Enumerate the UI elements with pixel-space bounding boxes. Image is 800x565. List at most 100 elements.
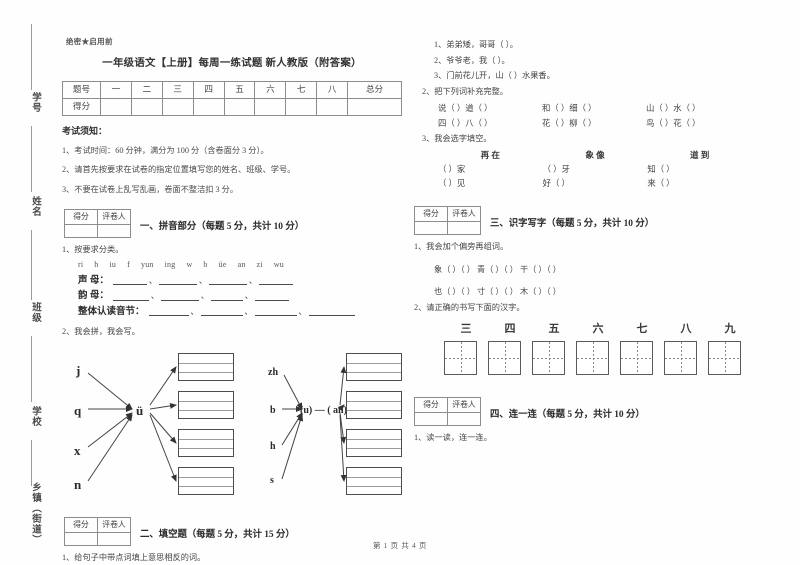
word-completion-row: 四（ ）八（ ） 花（ ）柳（ ） 鸟（ ）花（ ） bbox=[438, 117, 752, 130]
table-row bbox=[64, 223, 131, 238]
secret-mark: 绝密★启用前 bbox=[66, 37, 113, 46]
answer-blank[interactable] bbox=[200, 307, 243, 317]
section-three-q2: 2、请正确的书写下面的汉字。 bbox=[414, 303, 525, 312]
word-cell[interactable]: 说（ ）道（ ） bbox=[438, 102, 542, 115]
table-row: 题号 一 二 三 四 五 六 七 八 总分 bbox=[62, 80, 402, 99]
score-table: 题号 一 二 三 四 五 六 七 八 总分 得分 bbox=[62, 80, 402, 116]
word-cell[interactable]: 花（ ）柳（ ） bbox=[542, 117, 646, 130]
word-cell[interactable]: 四（ ）八（ ） bbox=[438, 117, 542, 130]
diagram-arrows bbox=[87, 365, 347, 482]
char-label: 七 bbox=[636, 322, 648, 335]
word-cell[interactable]: 和（ ）细（ ） bbox=[542, 102, 646, 115]
section-four-title: 四、连一连（每题 5 分，共计 10 分） bbox=[490, 409, 645, 420]
grader-box: 得分 评卷人 bbox=[64, 208, 131, 238]
answer-blank[interactable] bbox=[254, 292, 289, 301]
section-one-q2: 2、我会拼，我会写。 bbox=[62, 326, 140, 336]
pinyin-diagrams: j q x n ü zh b h s (u) — ( an) bbox=[62, 347, 402, 499]
page-title: 一年级语文【上册】每周一练试题 新人教版（附答案） bbox=[102, 58, 362, 70]
grader-input-cell[interactable] bbox=[97, 223, 131, 238]
choice-pair: 象 像 bbox=[585, 149, 605, 160]
binding-label-school: 学校 bbox=[30, 406, 40, 427]
score-col-2: 二 bbox=[130, 80, 163, 99]
character-grid-box[interactable] bbox=[620, 340, 653, 375]
score-cell[interactable] bbox=[316, 97, 349, 116]
notice-item: 2、请首先按要求在试卷的指定位置填写您的姓名、班级、学号。 bbox=[62, 165, 296, 175]
right-column: 1、弟弟矮，哥哥（ ）。 2、爷爷老，我（ ）。 3、门前花儿开，山（ ）水果香… bbox=[412, 36, 752, 447]
score-cell[interactable] bbox=[223, 97, 256, 116]
score-table-row-label: 得分 bbox=[62, 97, 101, 116]
radical-row[interactable]: 也（ ）（ ） 寸（ ）（ ） 木（ ）（ ） bbox=[434, 286, 752, 299]
word-cell[interactable]: 山（ ）水（ ） bbox=[646, 102, 750, 115]
answer-blank[interactable] bbox=[160, 292, 199, 301]
fill-row-label: 声 母： bbox=[78, 275, 109, 286]
grader-input-cell[interactable] bbox=[447, 411, 481, 426]
score-cell[interactable] bbox=[254, 97, 287, 116]
char-label: 九 bbox=[724, 322, 736, 335]
fill-row-label: 整体认读音节： bbox=[78, 307, 145, 318]
pinyin-letter: f bbox=[127, 260, 130, 270]
pinyin-letter: an bbox=[237, 260, 246, 270]
score-input-cell[interactable] bbox=[64, 223, 98, 238]
table-row: 得分 评卷人 bbox=[64, 208, 131, 225]
character-grid-box[interactable] bbox=[488, 340, 521, 375]
table-row: 得分 评卷人 bbox=[414, 205, 481, 222]
score-cell[interactable] bbox=[100, 97, 132, 116]
answer-blank[interactable] bbox=[112, 276, 147, 286]
binding-rule bbox=[31, 440, 32, 486]
section-one-header: 得分 评卷人 一、拼音部分（每题 5 分，共计 10 分） bbox=[62, 208, 402, 238]
character-grid-box[interactable] bbox=[708, 340, 741, 375]
word-cell[interactable]: 鸟（ ）花（ ） bbox=[646, 117, 750, 130]
notice-title: 考试须知： bbox=[62, 125, 108, 136]
choice-cell[interactable]: 来（ ） bbox=[647, 177, 752, 190]
notice-item: 3、不要在试卷上乱写乱画，卷面不整洁扣 3 分。 bbox=[62, 184, 239, 194]
pinyin-letter-pool: ri h iu f yun ing w b üe an zi wu bbox=[78, 259, 402, 271]
score-input-cell[interactable] bbox=[414, 220, 448, 235]
answer-blank[interactable] bbox=[308, 307, 355, 317]
word-completion-row: 说（ ）道（ ） 和（ ）细（ ） 山（ ）水（ ） bbox=[438, 102, 752, 115]
radical-row[interactable]: 象（ ）（ ） 青（ ）（ ） 干（ ）（ ） bbox=[434, 264, 752, 277]
char-label: 六 bbox=[592, 322, 604, 335]
answer-blank[interactable] bbox=[254, 307, 297, 317]
choice-row: （ ）见 好（ ） 来（ ） bbox=[438, 177, 752, 190]
score-col-7: 七 bbox=[285, 80, 318, 99]
character-grid-box[interactable] bbox=[444, 340, 477, 375]
answer-blank[interactable] bbox=[208, 276, 247, 286]
char-label: 八 bbox=[680, 322, 692, 335]
score-input-cell[interactable] bbox=[414, 411, 448, 426]
score-cell[interactable] bbox=[161, 97, 194, 116]
section-two-q3: 3、我会选字填空。 bbox=[422, 133, 492, 143]
score-cell[interactable] bbox=[192, 97, 225, 116]
answer-blank[interactable] bbox=[158, 276, 197, 286]
choice-cell[interactable]: （ ）见 bbox=[438, 177, 543, 190]
char-label: 三 bbox=[460, 322, 472, 335]
fill-row-whole-syllables: 整体认读音节：、、、 bbox=[78, 305, 402, 320]
binding-sidebar: 学号 姓名 班级 学校 乡镇（街道） bbox=[0, 0, 46, 565]
character-grid-box[interactable] bbox=[532, 340, 565, 375]
choice-cell[interactable]: （ ）牙 bbox=[543, 163, 648, 176]
choice-pair: 再 在 bbox=[480, 149, 500, 160]
score-cell[interactable] bbox=[130, 97, 163, 116]
choice-cell[interactable]: 好（ ） bbox=[543, 177, 648, 190]
answer-blank[interactable] bbox=[258, 276, 293, 286]
binding-rule bbox=[31, 24, 32, 90]
score-cell[interactable] bbox=[285, 97, 318, 116]
answer-blank[interactable] bbox=[148, 307, 189, 317]
grader-input-cell[interactable] bbox=[447, 220, 481, 235]
table-row bbox=[414, 220, 481, 235]
fill-row-initials: 声 母：、、、 bbox=[78, 274, 402, 289]
section-one-title: 一、拼音部分（每题 5 分，共计 10 分） bbox=[140, 221, 305, 232]
answer-blank[interactable] bbox=[210, 292, 243, 301]
score-table-row-label: 题号 bbox=[62, 80, 101, 99]
page-footer: 第 1 页 共 4 页 bbox=[372, 541, 428, 550]
character-grid-box[interactable] bbox=[664, 340, 697, 375]
exam-page: 学号 姓名 班级 学校 乡镇（街道） 绝密★启用前 一年级语文【上册】每周一练试… bbox=[0, 0, 800, 565]
answer-blank[interactable] bbox=[112, 292, 149, 301]
choice-cell[interactable]: （ ）家 bbox=[438, 163, 543, 176]
choice-cell[interactable]: 知（ ） bbox=[647, 163, 752, 176]
table-row: 得分 bbox=[62, 97, 402, 116]
char-label: 五 bbox=[548, 322, 560, 335]
score-cell[interactable] bbox=[347, 97, 402, 116]
antonym-item: 1、弟弟矮，哥哥（ ）。 bbox=[434, 40, 518, 49]
choice-pair: 道 到 bbox=[690, 149, 710, 160]
character-grid-box[interactable] bbox=[576, 340, 609, 375]
